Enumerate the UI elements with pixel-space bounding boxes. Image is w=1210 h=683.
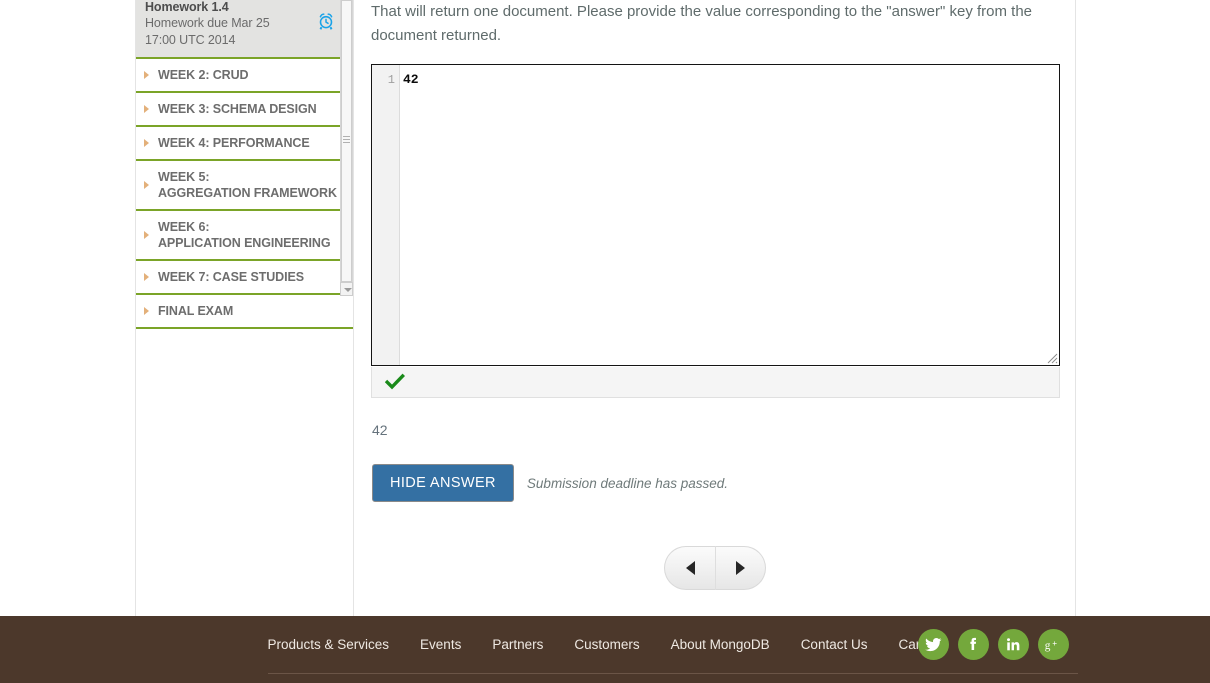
sidebar-item-label-line-2: AGGREGATION FRAMEWORK: [158, 186, 337, 200]
content-band: Homework 1.4 Homework due Mar 25 17:00 U…: [0, 0, 1210, 616]
next-question-button[interactable]: [715, 546, 766, 590]
question-navigation: [664, 546, 766, 590]
footer-divider: [267, 673, 1078, 674]
footer-link-products-services[interactable]: Products & Services: [268, 637, 390, 652]
answer-actions-row: HIDE ANSWER Submission deadline has pass…: [372, 464, 728, 502]
sidebar-item-homework-1-4[interactable]: Homework 1.4 Homework due Mar 25 17:00 U…: [136, 0, 353, 59]
sidebar-item-week-5[interactable]: WEEK 5: AGGREGATION FRAMEWORK: [136, 161, 353, 211]
social-links: g +: [917, 629, 1069, 660]
facebook-icon[interactable]: [957, 629, 989, 660]
chevron-right-icon: [144, 181, 149, 189]
twitter-icon[interactable]: [917, 629, 949, 660]
footer-link-contact-us[interactable]: Contact Us: [801, 637, 868, 652]
chevron-right-icon: [144, 71, 149, 79]
footer-link-about-mongodb[interactable]: About MongoDB: [671, 637, 770, 652]
previous-question-button[interactable]: [664, 546, 715, 590]
question-text: That will return one document. Please pr…: [371, 3, 1033, 44]
sidebar-item-final-exam[interactable]: FINAL EXAM: [136, 295, 353, 329]
footer-inner: Products & Services Events Partners Cust…: [133, 616, 1078, 683]
editor-code-content[interactable]: 42: [403, 73, 419, 87]
homework-due-line-2: 17:00 UTC 2014: [145, 33, 236, 47]
green-check-icon: [384, 372, 406, 397]
linkedin-icon[interactable]: [997, 629, 1029, 660]
footer-links: Products & Services Events Partners Cust…: [268, 616, 978, 673]
sidebar-item-week-3[interactable]: WEEK 3: SCHEMA DESIGN: [136, 93, 353, 127]
footer-link-events[interactable]: Events: [420, 637, 461, 652]
triangle-left-icon: [685, 561, 695, 575]
footer-link-customers[interactable]: Customers: [574, 637, 639, 652]
sidebar-item-label: WEEK 7: CASE STUDIES: [158, 270, 304, 284]
alarm-clock-icon: [317, 12, 335, 30]
chevron-right-icon: [144, 307, 149, 315]
submission-deadline-note: Submission deadline has passed.: [526, 475, 729, 491]
code-editor[interactable]: 1 42: [371, 64, 1060, 366]
resize-grip-icon[interactable]: [1044, 350, 1058, 364]
scrollbar-grip-icon: [343, 136, 350, 143]
editor-gutter: 1: [372, 65, 400, 365]
editor-line-number: 1: [387, 73, 395, 87]
chevron-down-icon: [344, 288, 352, 292]
sidebar-item-label: FINAL EXAM: [158, 304, 234, 318]
sidebar-item-label-line-2: APPLICATION ENGINEERING: [158, 236, 331, 250]
svg-text:g: g: [1045, 639, 1051, 651]
page-root: Homework 1.4 Homework due Mar 25 17:00 U…: [0, 0, 1210, 683]
site-footer: Products & Services Events Partners Cust…: [0, 616, 1210, 683]
sidebar-item-label: WEEK 3: SCHEMA DESIGN: [158, 102, 317, 116]
main-content: That will return one document. Please pr…: [371, 0, 1061, 590]
homework-due-line-1: Homework due Mar 25: [145, 16, 270, 30]
chevron-right-icon: [144, 139, 149, 147]
sidebar-item-label-line-1: WEEK 6:: [158, 220, 210, 234]
triangle-right-icon: [736, 561, 745, 575]
layout-divider-middle: [353, 0, 354, 616]
sidebar-item-week-6[interactable]: WEEK 6: APPLICATION ENGINEERING: [136, 211, 353, 261]
course-sidebar: Homework 1.4 Homework due Mar 25 17:00 U…: [136, 0, 353, 329]
sidebar-item-label: WEEK 2: CRUD: [158, 68, 249, 82]
sidebar-item-label: WEEK 5: AGGREGATION FRAMEWORK: [158, 169, 337, 201]
googleplus-icon[interactable]: g +: [1037, 629, 1069, 660]
hide-answer-button[interactable]: HIDE ANSWER: [372, 464, 514, 502]
chevron-right-icon: [144, 105, 149, 113]
sidebar-item-label-line-1: WEEK 5:: [158, 170, 210, 184]
answer-status-strip: [371, 367, 1060, 398]
layout-divider-right: [1075, 0, 1076, 616]
answer-value-text: 42: [372, 422, 388, 438]
sidebar-item-label: WEEK 6: APPLICATION ENGINEERING: [158, 219, 331, 251]
footer-link-partners[interactable]: Partners: [492, 637, 543, 652]
sidebar-item-week-7[interactable]: WEEK 7: CASE STUDIES: [136, 261, 353, 295]
chevron-right-icon: [144, 231, 149, 239]
sidebar-scrollbar-down-button[interactable]: [340, 282, 353, 296]
chevron-right-icon: [144, 273, 149, 281]
sidebar-item-week-2[interactable]: WEEK 2: CRUD: [136, 59, 353, 93]
homework-title: Homework 1.4: [145, 0, 229, 14]
sidebar-item-label: WEEK 4: PERFORMANCE: [158, 136, 310, 150]
svg-text:+: +: [1052, 638, 1057, 647]
sidebar-item-week-4[interactable]: WEEK 4: PERFORMANCE: [136, 127, 353, 161]
